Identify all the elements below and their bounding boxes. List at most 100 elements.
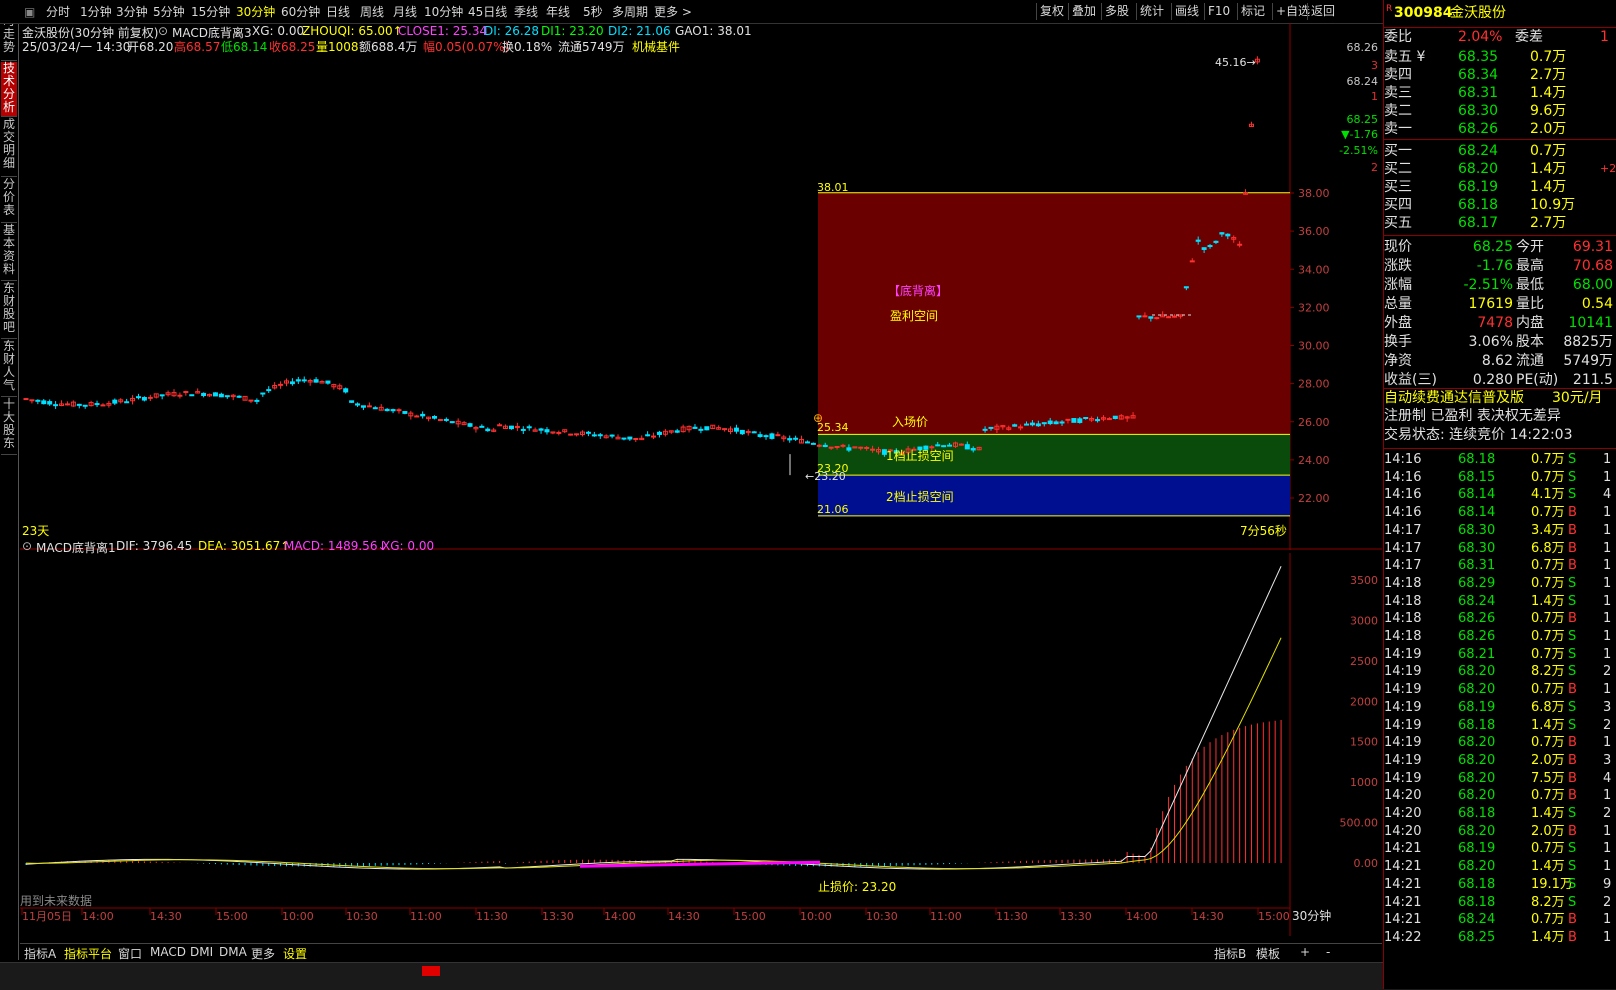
- candle-body: [159, 394, 165, 397]
- period-tab-16[interactable]: 更多 >: [654, 4, 692, 20]
- period-tab-12[interactable]: 季线: [514, 4, 538, 20]
- left-tab-4[interactable]: 基本资料: [1, 224, 17, 281]
- tick-side: B: [1568, 788, 1577, 804]
- bid-row[interactable]: 买五 68.17 2.7万: [1384, 214, 1616, 232]
- period-tab-1[interactable]: 1分钟: [80, 4, 112, 20]
- bid-row[interactable]: 买一 68.24 0.7万: [1384, 142, 1616, 160]
- left-tab-7[interactable]: 十大股东: [1, 398, 17, 455]
- period-tab-14[interactable]: 5秒: [583, 4, 603, 20]
- period-tab-0[interactable]: 分时: [46, 4, 70, 20]
- tick-time: 14:16: [1384, 469, 1422, 485]
- tick-side: B: [1568, 770, 1577, 786]
- left-tab-2[interactable]: 成交明细: [1, 118, 17, 177]
- ask-row[interactable]: 卖三 68.31 1.4万: [1384, 84, 1616, 102]
- info-high: 高68.57: [174, 40, 221, 54]
- bottom-right-3[interactable]: -: [1326, 945, 1330, 959]
- tick-price: 68.19: [1458, 699, 1496, 715]
- bottom-right-0[interactable]: 指标B: [1214, 945, 1246, 962]
- alert-icon[interactable]: [422, 966, 440, 976]
- period-tab-10[interactable]: 10分钟: [424, 4, 463, 20]
- promo-price[interactable]: 30元/月: [1552, 389, 1603, 407]
- left-tab-1[interactable]: 技术分析: [1, 62, 17, 117]
- left-tab-3[interactable]: 分价表: [1, 178, 17, 223]
- coin-icon[interactable]: ⊕: [813, 411, 823, 425]
- ask-price: 68.26: [1458, 121, 1499, 137]
- ind-di1: DI1: 23.20: [541, 24, 604, 38]
- ask-row[interactable]: 卖五 ¥ 68.35 0.7万: [1384, 48, 1616, 66]
- period-tab-9[interactable]: 月线: [393, 4, 417, 20]
- left-tab-5[interactable]: 东财股吧: [1, 282, 17, 339]
- period-tab-2[interactable]: 3分钟: [116, 4, 148, 20]
- indicator-settings-icon[interactable]: ⊙: [158, 24, 168, 38]
- macd-settings-icon[interactable]: ⊙: [22, 539, 32, 553]
- bottom-tab-2[interactable]: 窗口: [118, 945, 142, 962]
- tick-count: 1: [1603, 540, 1612, 556]
- candle-body: [1047, 420, 1053, 425]
- toolbar-button-2[interactable]: 多股: [1101, 3, 1132, 20]
- tick-row: 14:19 68.20 7.5万 B 4: [1384, 770, 1616, 788]
- left-tab-6[interactable]: 东财人气: [1, 340, 17, 397]
- period-tab-3[interactable]: 5分钟: [153, 4, 185, 20]
- period-tab-15[interactable]: 多周期: [612, 4, 648, 20]
- period-tab-8[interactable]: 周线: [360, 4, 384, 20]
- candle-body: [1095, 419, 1101, 422]
- bid-label: 买二: [1384, 161, 1412, 177]
- toolbar-button-5[interactable]: F10: [1204, 3, 1233, 20]
- period-tab-7[interactable]: 日线: [326, 4, 350, 20]
- tick-row: 14:19 68.20 0.7万 B 1: [1384, 734, 1616, 752]
- bottom-tab-5[interactable]: DMA: [219, 945, 247, 959]
- macd-canvas[interactable]: 3500 3000 2500 2000 1500 1000 500.00 0.00 11月05日…: [20, 553, 1382, 936]
- candle-body: [556, 431, 562, 434]
- promo-text[interactable]: 自动续费通达信普及版: [1384, 389, 1524, 407]
- ask-row[interactable]: 卖一 68.26 2.0万: [1384, 120, 1616, 138]
- tick-list[interactable]: 14:16 68.18 0.7万 S 1 14:16 68.15 0.7万 S 1 14:16 68.…: [1384, 448, 1616, 945]
- toolbar-button-6[interactable]: 标记: [1237, 3, 1268, 20]
- bottom-tab-7[interactable]: 设置: [283, 945, 307, 962]
- toolbar-button-3[interactable]: 统计: [1136, 3, 1167, 20]
- tick-price: 68.30: [1458, 522, 1496, 538]
- period-tab-13[interactable]: 年线: [546, 4, 570, 20]
- candle-body: [1183, 286, 1189, 289]
- ask-row[interactable]: 卖二 68.30 9.6万: [1384, 102, 1616, 120]
- tick-side: S: [1568, 487, 1577, 503]
- kline-chart[interactable]: 38.00 36.00 34.00 32.00 30.00 28.00 26.00 24.00…: [20, 23, 1382, 550]
- macd-x-tick: 14:00: [604, 910, 636, 923]
- tick-time: 14:19: [1384, 646, 1422, 662]
- period-tab-11[interactable]: 45日线: [468, 4, 507, 20]
- kline-canvas[interactable]: 38.00 36.00 34.00 32.00 30.00 28.00 26.00 24.00…: [20, 23, 1382, 550]
- period-tab-4[interactable]: 15分钟: [191, 4, 230, 20]
- bid-row[interactable]: 买四 68.18 10.9万: [1384, 196, 1616, 214]
- period-label[interactable]: 30分钟: [1292, 907, 1331, 924]
- toolbar-button-0[interactable]: 复权: [1036, 3, 1067, 20]
- candle-body: [704, 426, 710, 431]
- bid-label: 买三: [1384, 179, 1412, 195]
- info-sector[interactable]: 机械基件: [632, 38, 680, 55]
- bid-row[interactable]: 买三 68.19 1.4万: [1384, 178, 1616, 196]
- bottom-tab-4[interactable]: DMI: [190, 945, 213, 959]
- period-tab-6[interactable]: 60分钟: [281, 4, 320, 20]
- stat-value: 8.62: [1481, 353, 1513, 369]
- ask-row[interactable]: 卖四 68.34 2.7万: [1384, 66, 1616, 84]
- macd-histogram: [25, 720, 1282, 867]
- toolbar-button-8[interactable]: 返回: [1307, 3, 1338, 20]
- tick-volume: 19.1万: [1531, 876, 1573, 892]
- toolbar-button-4[interactable]: 画线: [1171, 3, 1202, 20]
- ask-label: 卖一: [1384, 121, 1412, 137]
- y-top-label: 3: [1371, 59, 1378, 72]
- toolbar-button-1[interactable]: 叠加: [1068, 3, 1099, 20]
- bottom-tab-0[interactable]: 指标A: [24, 945, 56, 962]
- macd-name[interactable]: MACD底背离1: [36, 539, 116, 556]
- bottom-right-2[interactable]: +: [1300, 945, 1310, 959]
- promo-row[interactable]: 自动续费通达信普及版 30元/月: [1384, 388, 1616, 407]
- bottom-tab-6[interactable]: 更多: [251, 945, 275, 962]
- menu-icon[interactable]: ▣: [24, 4, 35, 20]
- bottom-right-1[interactable]: 模板: [1256, 945, 1280, 962]
- tick-price: 68.18: [1458, 452, 1496, 467]
- bid-row[interactable]: 买二 68.20 1.4万 +2: [1384, 160, 1616, 178]
- bottom-tab-3[interactable]: MACD: [150, 945, 186, 959]
- macd-chart[interactable]: 3500 3000 2500 2000 1500 1000 500.00 0.00 11月05日…: [20, 539, 1382, 936]
- period-tab-5[interactable]: 30分钟: [236, 4, 275, 20]
- bid-price: 68.18: [1458, 197, 1499, 213]
- bottom-tab-1[interactable]: 指标平台: [64, 945, 112, 962]
- candle-body: [289, 381, 295, 385]
